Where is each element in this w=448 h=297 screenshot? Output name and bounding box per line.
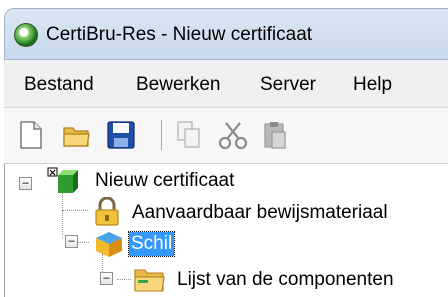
toolbar-separator [161,120,162,150]
paste-icon[interactable] [262,120,288,150]
menu-bewerken[interactable]: Bewerken [136,73,221,97]
tree-connector [77,242,89,243]
tree-node-nieuw-certificaat[interactable]: Nieuw certificaat [95,169,234,193]
title-bar: CertiBru-Res - Nieuw certificaat [4,8,448,60]
menu-server[interactable]: Server [260,73,316,97]
new-document-icon[interactable] [18,120,44,150]
lock-icon [95,197,119,226]
window-title: CertiBru-Res - Nieuw certificaat [46,24,313,45]
menu-bestand[interactable]: Bestand [24,73,94,97]
cubes-icon [47,167,78,193]
app-globe-icon [14,23,38,47]
tree-view: − Nieuw certificaat Aanvaardbaar bewijsm… [4,164,448,297]
menu-bar: Bestand Bewerken Server Help [4,60,448,108]
collapse-toggle[interactable]: − [19,177,32,190]
cut-scissors-icon[interactable] [218,120,248,150]
tree-node-aanvaardbaar-bewijsmateriaal[interactable]: Aanvaardbaar bewijsmateriaal [132,201,388,225]
menu-help[interactable]: Help [353,73,392,97]
toolbar [4,108,448,164]
tree-node-schil[interactable]: Schil [127,231,176,257]
tree-node-lijst-van-de-componenten[interactable]: Lijst van de componenten [177,268,394,292]
tree-connector [62,210,88,211]
collapse-toggle[interactable]: − [65,235,78,248]
folder-icon [134,269,165,292]
copy-icon[interactable] [176,120,202,150]
open-folder-icon[interactable] [62,120,92,150]
box-icon [96,232,122,257]
save-disk-icon[interactable] [106,120,136,150]
tree-connector [117,279,131,280]
collapse-toggle[interactable]: − [100,272,113,285]
